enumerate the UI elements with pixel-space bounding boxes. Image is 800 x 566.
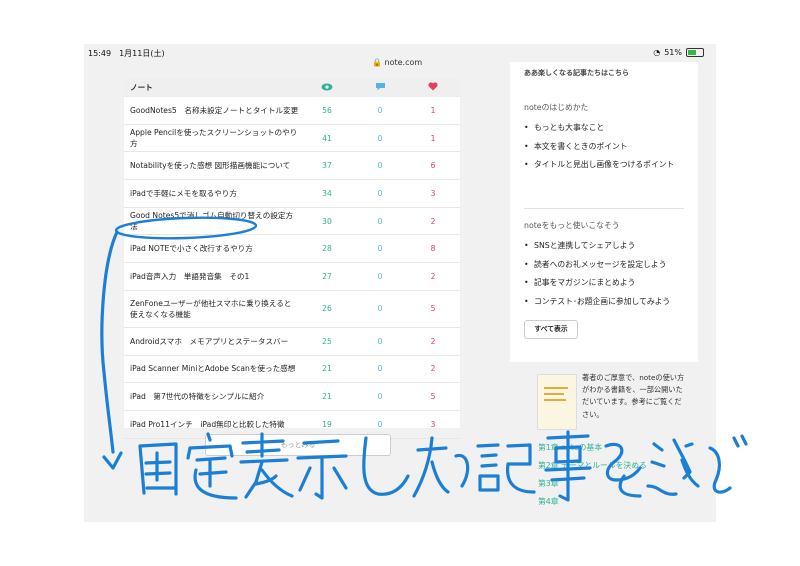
comment-count: 0 — [354, 124, 407, 153]
like-count: 3 — [407, 179, 460, 208]
chapter-link[interactable]: 第1章 noteの基本 — [538, 442, 602, 453]
table-row[interactable]: Apple Pencilを使ったスクリーンショットのやり方 41 0 1 — [124, 124, 460, 153]
views-header — [301, 78, 354, 97]
view-count: 37 — [301, 151, 354, 181]
note-title[interactable]: iPad Scanner MiniとAdobe Scanを使った感想 — [124, 355, 301, 384]
chapter-link[interactable]: 第4章 — [538, 496, 559, 507]
note-title[interactable]: Apple Pencilを使ったスクリーンショットのやり方 — [124, 124, 301, 153]
header-note: ノート — [124, 78, 301, 97]
cover-line — [544, 387, 568, 389]
divider — [524, 208, 684, 209]
table-row[interactable]: iPad音声入力 単語発音集 その1 27 0 2 — [124, 262, 460, 291]
status-time: 15:49 1月11日(土) — [88, 49, 165, 58]
comment-count: 0 — [354, 207, 407, 236]
note-title[interactable]: iPad音声入力 単語発音集 その1 — [124, 262, 301, 291]
comment-count: 0 — [354, 382, 407, 411]
like-count: 2 — [407, 327, 460, 356]
sidebar-link[interactable]: 読者へのお礼メッセージを設定しよう — [524, 259, 694, 271]
table-row[interactable]: Androidスマホ メモアプリとステータスバー 25 0 2 — [124, 327, 460, 356]
like-count: 2 — [407, 262, 460, 291]
book-description: 著者のご厚意で、noteの使い方がわかる書籍を、一部公開いただいています。参考に… — [582, 373, 685, 419]
comment-count: 0 — [354, 97, 407, 125]
note-title[interactable]: GoodNotes5 名称未設定ノートとタイトル変更 — [124, 97, 301, 125]
comment-bubble-icon — [375, 83, 385, 91]
view-count: 21 — [301, 382, 354, 411]
like-count: 8 — [407, 234, 460, 264]
like-count: 6 — [407, 151, 460, 181]
sidebar-link[interactable]: 記事をマガジンにまとめよう — [524, 277, 694, 289]
note-title[interactable]: ZenFoneユーザーが他社スマホに乗り換えると使えなくなる機能 — [124, 290, 301, 328]
note-title[interactable]: iPad 第7世代の特徴をシンプルに紹介 — [124, 382, 301, 411]
table-row[interactable]: iPad Scanner MiniとAdobe Scanを使った感想 21 0 2 — [124, 355, 460, 384]
view-count: 26 — [301, 290, 354, 328]
table-row[interactable]: ZenFoneユーザーが他社スマホに乗り換えると使えなくなる機能 26 0 5 — [124, 290, 460, 328]
comment-count: 0 — [354, 327, 407, 356]
comment-count: 0 — [354, 290, 407, 328]
comment-count: 0 — [354, 151, 407, 181]
show-more-button[interactable]: もっとみる — [205, 434, 391, 456]
sidebar-link[interactable]: もっとも大事なこと — [524, 122, 694, 134]
table-row[interactable]: Notabilityを使った感想 図形描画機能について 37 0 6 — [124, 151, 460, 181]
cover-line — [544, 399, 566, 401]
note-title[interactable]: Notabilityを使った感想 図形描画機能について — [124, 151, 301, 181]
sidebar-list: もっとも大事なこと 本文を書くときのポイント タイトルと見出し画像をつけるポイン… — [524, 122, 694, 178]
show-all-button[interactable]: すべて表示 — [524, 320, 578, 339]
status-right: ◔ 51% — [653, 48, 704, 57]
sidebar-list: SNSと連携してシェアしよう 読者へのお礼メッセージを設定しよう 記事をマガジン… — [524, 240, 694, 315]
comment-count: 0 — [354, 355, 407, 384]
view-count: 56 — [301, 97, 354, 125]
table-row[interactable]: iPadで手軽にメモを取るやり方 34 0 3 — [124, 179, 460, 208]
eye-icon — [321, 83, 333, 90]
note-title[interactable]: iPad NOTEで小さく改行するやり方 — [124, 234, 301, 264]
table-row[interactable]: GoodNotes5 名称未設定ノートとタイトル変更 56 0 1 — [124, 97, 460, 125]
view-count: 30 — [301, 207, 354, 236]
sidebar: ああ楽しくなる記事たちはこちら noteのはじめかた もっとも大事なこと 本文を… — [510, 62, 698, 522]
view-count: 28 — [301, 234, 354, 264]
sidebar-link[interactable]: SNSと連携してシェアしよう — [524, 240, 694, 252]
likes-header — [407, 78, 460, 97]
cover-line — [544, 393, 564, 395]
view-count: 25 — [301, 327, 354, 356]
like-count: 2 — [407, 207, 460, 236]
sidebar-section-title: noteをもっと使いこなそう — [524, 221, 620, 230]
note-title[interactable]: Good Notes5で消しゴム自動切り替えの設定方法 — [124, 207, 301, 236]
stats-card: ノート GoodNotes5 名称未設定ノートとタイトル変更 56 0 1 Apple… — [124, 78, 460, 456]
sidebar-section-title: noteのはじめかた — [524, 103, 589, 112]
table-row[interactable]: iPad 第7世代の特徴をシンプルに紹介 21 0 5 — [124, 382, 460, 411]
sidebar-cut-title: ああ楽しくなる記事たちはこちら — [524, 69, 629, 77]
battery-icon — [686, 48, 704, 57]
sidebar-link[interactable]: タイトルと見出し画像をつけるポイント — [524, 159, 694, 171]
wifi-icon: ◔ — [653, 48, 661, 57]
table-row[interactable]: iPad NOTEで小さく改行するやり方 28 0 8 — [124, 234, 460, 264]
note-title[interactable]: Androidスマホ メモアプリとステータスバー — [124, 327, 301, 356]
comment-count: 0 — [354, 179, 407, 208]
comment-count: 0 — [354, 262, 407, 291]
status-bar: 15:49 1月11日(土) 🔒 note.com ◔ 51% — [84, 44, 716, 67]
like-count: 1 — [407, 97, 460, 125]
view-count: 34 — [301, 179, 354, 208]
comments-header — [354, 78, 407, 97]
note-title[interactable]: iPadで手軽にメモを取るやり方 — [124, 179, 301, 208]
sidebar-link[interactable]: コンテスト･お題企画に参加してみよう — [524, 296, 694, 308]
like-count: 5 — [407, 382, 460, 411]
ipad-screen: 15:49 1月11日(土) 🔒 note.com ◔ 51% ノート Good… — [84, 44, 716, 522]
view-count: 41 — [301, 124, 354, 153]
like-count: 3 — [407, 410, 460, 439]
table-row[interactable]: Good Notes5で消しゴム自動切り替えの設定方法 30 0 2 — [124, 207, 460, 236]
heart-icon — [428, 82, 438, 91]
view-count: 21 — [301, 355, 354, 384]
chapter-link[interactable]: 第3章 — [538, 478, 559, 489]
battery-percent: 51% — [664, 48, 682, 57]
address-bar[interactable]: 🔒 note.com — [372, 58, 422, 67]
like-count: 5 — [407, 290, 460, 328]
like-count: 1 — [407, 124, 460, 153]
note-stats-table: ノート GoodNotes5 名称未設定ノートとタイトル変更 56 0 1 Apple… — [124, 78, 460, 439]
comment-count: 0 — [354, 234, 407, 264]
view-count: 27 — [301, 262, 354, 291]
book-cover-image[interactable] — [537, 374, 577, 430]
chapter-link[interactable]: 第2章 テーマとルールを決める — [538, 460, 647, 471]
sidebar-link[interactable]: 本文を書くときのポイント — [524, 141, 694, 153]
like-count: 2 — [407, 355, 460, 384]
table-header: ノート — [124, 78, 460, 97]
